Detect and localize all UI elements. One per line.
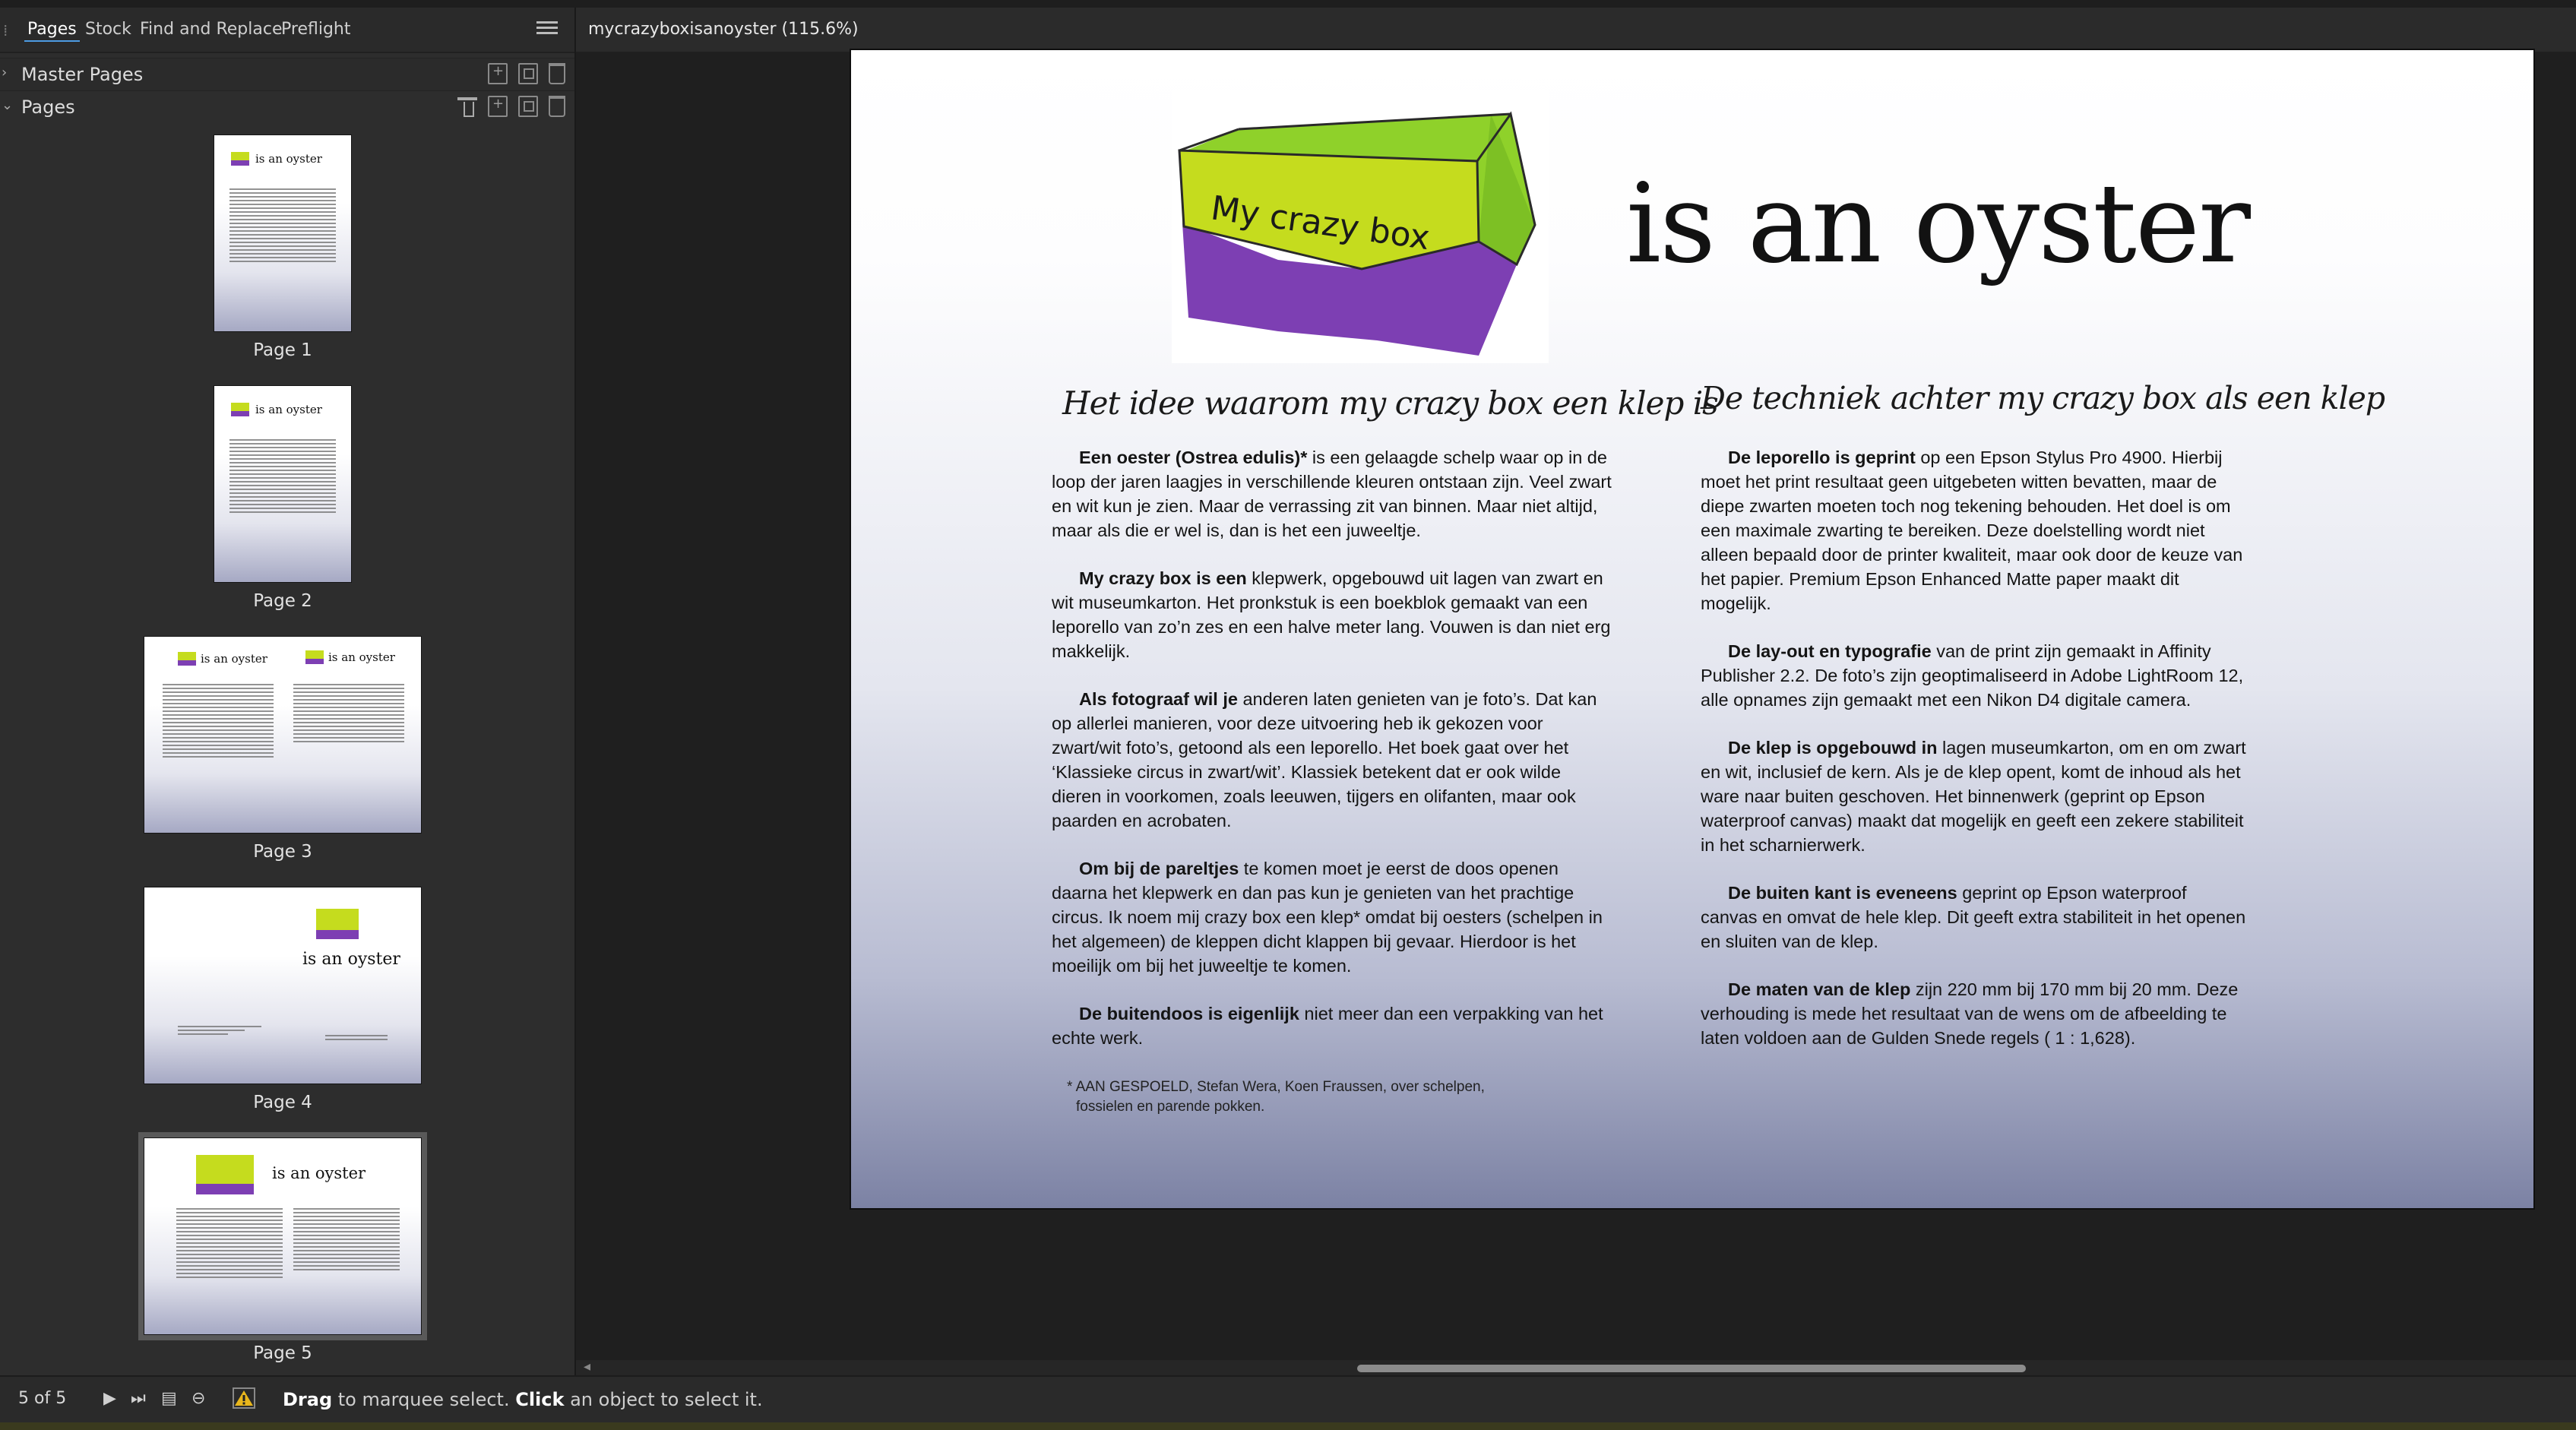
paragraph: De lay-out en typografie van de print zi… <box>1701 641 2244 710</box>
pages-label: Pages <box>21 96 75 118</box>
insert-pages-icon[interactable] <box>457 96 477 117</box>
page-thumbnail-4[interactable]: is an oyster <box>144 887 421 1084</box>
page-label-5: Page 5 <box>253 1343 312 1363</box>
pages-panel: ⁞ Pages Stock Find and Replace Preflight… <box>0 8 576 1375</box>
tab-find-and-replace[interactable]: Find and Replace <box>137 18 285 40</box>
delete-page-icon[interactable] <box>549 96 565 117</box>
page-icon[interactable]: ▤ <box>161 1389 177 1408</box>
duplicate-master-icon[interactable] <box>518 63 538 84</box>
tab-preflight[interactable]: Preflight <box>278 18 353 40</box>
tab-stock[interactable]: Stock <box>82 18 134 40</box>
status-bar: 5 of 5 ▶ ⏭ ▤ ⊖ Drag to marquee select. C… <box>0 1375 2576 1422</box>
paragraph: My crazy box is een klepwerk, opgebouwd … <box>1052 568 1611 661</box>
page-counter: 5 of 5 <box>18 1389 67 1408</box>
document-tab-bar: mycrazyboxisanoyster (115.6%) <box>576 8 2576 53</box>
delete-master-icon[interactable] <box>549 63 565 84</box>
add-page-icon[interactable] <box>488 96 508 117</box>
page-thumbnail-1[interactable]: is an oyster <box>214 135 351 331</box>
paragraph: De buiten kant is eveneens geprint op Ep… <box>1701 883 2246 951</box>
play-icon[interactable]: ▶ <box>103 1389 116 1408</box>
page-thumbnail-2[interactable]: is an oyster <box>214 386 351 582</box>
add-master-page-icon[interactable] <box>488 63 508 84</box>
page-thumbnail-5[interactable]: is an oyster <box>144 1138 421 1334</box>
chevron-down-icon[interactable]: ⌄ <box>2 97 13 113</box>
paragraph: De leporello is geprint op een Epson Sty… <box>1701 448 2243 613</box>
status-hint: Drag to marquee select. Click an object … <box>283 1389 763 1410</box>
page-label-4: Page 4 <box>253 1093 312 1112</box>
top-strip <box>0 0 2576 8</box>
duplicate-page-icon[interactable] <box>518 96 538 117</box>
footnote: * AAN GESPOELD, Stefan Wera, Koen Frauss… <box>1067 1079 1485 1115</box>
panel-menu-icon[interactable] <box>536 18 558 38</box>
paragraph: Als fotograaf wil je anderen laten genie… <box>1052 689 1597 830</box>
page-label-2: Page 2 <box>253 591 312 611</box>
chevron-right-icon[interactable]: › <box>2 65 7 81</box>
crazy-box-illustration[interactable]: My crazy box <box>1172 90 1549 363</box>
left-column-heading: Het idee waarom my crazy box een klep is <box>1062 384 1719 422</box>
paragraph: De buitendoos is eigenlijk niet meer dan… <box>1052 1004 1603 1048</box>
right-column-heading: De techniek achter my crazy box als een … <box>1701 380 2385 416</box>
panel-tabs: ⁞ Pages Stock Find and Replace Preflight <box>0 8 574 53</box>
document-title: is an oyster <box>1626 160 2251 287</box>
page-label-3: Page 3 <box>253 842 312 862</box>
pages-section[interactable]: ⌄ Pages <box>0 91 574 123</box>
scroll-left-icon[interactable]: ◂ <box>584 1359 590 1375</box>
paragraph: Om bij de pareltjes te komen moet je eer… <box>1052 859 1603 976</box>
scrollbar-thumb[interactable] <box>1357 1365 2026 1372</box>
horizontal-scrollbar[interactable]: ◂ <box>576 1359 2576 1375</box>
left-text-column[interactable]: Een oester (Ostrea edulis)* is een gelaa… <box>1052 445 1614 1074</box>
paragraph: Een oester (Ostrea edulis)* is een gelaa… <box>1052 448 1612 540</box>
last-page-icon[interactable]: ⏭ <box>131 1389 146 1408</box>
master-pages-label: Master Pages <box>21 64 144 85</box>
bottom-strip <box>0 1422 2576 1430</box>
paragraph: De maten van de klep zijn 220 mm bij 170… <box>1701 979 2239 1048</box>
tab-pages[interactable]: Pages <box>24 18 80 42</box>
link-icon[interactable]: ⊖ <box>191 1389 205 1408</box>
document-tab[interactable]: mycrazyboxisanoyster (115.6%) <box>588 20 859 39</box>
panel-grip-icon[interactable]: ⁞ <box>3 21 11 40</box>
master-pages-section[interactable]: › Master Pages <box>0 58 574 91</box>
paragraph: De klep is opgebouwd in lagen museumkart… <box>1701 738 2246 855</box>
page-thumbnail-3[interactable]: is an oyster is an oyster <box>144 637 421 833</box>
page-label-1: Page 1 <box>253 340 312 360</box>
warning-icon[interactable] <box>233 1387 255 1409</box>
right-text-column[interactable]: De leporello is geprint op een Epson Sty… <box>1701 445 2248 1074</box>
